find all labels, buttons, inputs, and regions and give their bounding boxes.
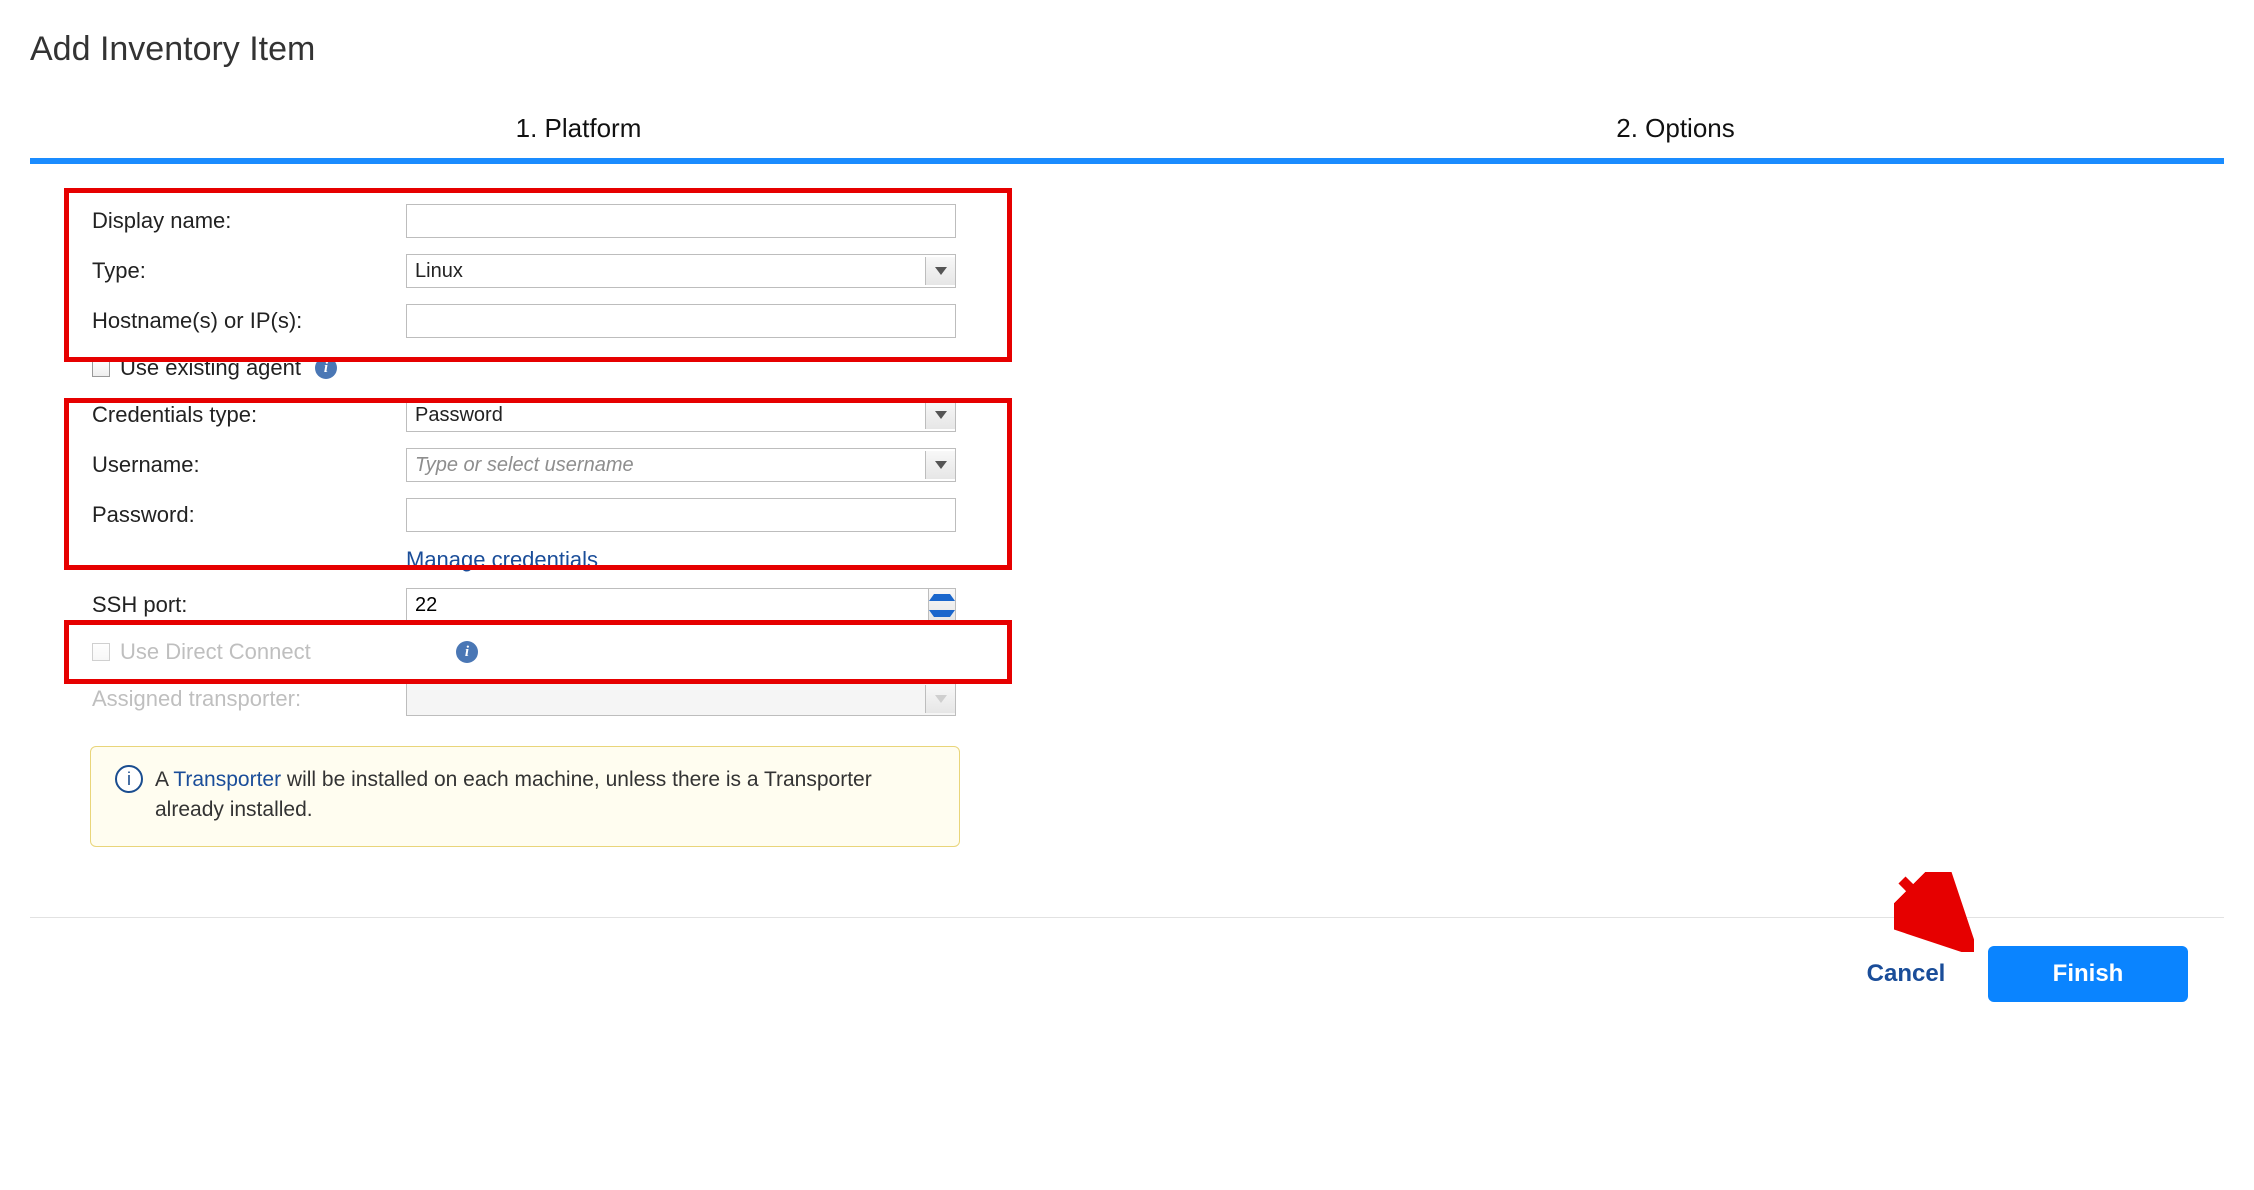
page-title: Add Inventory Item [30, 30, 2224, 69]
wizard-steps: 1. Platform 2. Options [30, 113, 2224, 164]
credentials-type-select[interactable]: Password [406, 398, 956, 432]
dialog-footer: Cancel Finish [30, 918, 2224, 1030]
username-placeholder: Type or select username [415, 454, 634, 477]
info-icon: i [115, 765, 143, 793]
use-direct-connect-row: Use Direct Connect i [30, 630, 1030, 674]
cancel-button[interactable]: Cancel [1856, 946, 1956, 1002]
chevron-down-icon [925, 451, 955, 479]
step-options[interactable]: 2. Options [1127, 113, 2224, 158]
chevron-down-icon [925, 401, 955, 429]
chevron-down-icon [925, 257, 955, 285]
display-name-label: Display name: [92, 208, 406, 234]
use-existing-agent-label: Use existing agent [120, 355, 301, 381]
assigned-transporter-select [406, 682, 956, 716]
username-label: Username: [92, 452, 406, 478]
use-existing-agent-row[interactable]: Use existing agent i [30, 346, 1030, 390]
step-platform[interactable]: 1. Platform [30, 113, 1127, 158]
transporter-link[interactable]: Transporter [173, 768, 281, 791]
annotation-arrow-icon [1894, 872, 1974, 952]
ssh-port-down[interactable] [929, 605, 955, 621]
note-prefix: A [155, 768, 173, 791]
info-icon[interactable]: i [456, 641, 478, 663]
display-name-input[interactable] [406, 204, 956, 238]
chevron-down-icon [925, 685, 955, 713]
add-inventory-dialog: Add Inventory Item 1. Platform 2. Option… [0, 0, 2254, 1030]
password-input[interactable] [406, 498, 956, 532]
use-direct-connect-label: Use Direct Connect [120, 639, 311, 665]
password-label: Password: [92, 502, 406, 528]
ssh-port-label: SSH port: [92, 592, 406, 618]
credentials-type-label: Credentials type: [92, 402, 406, 428]
ssh-port-spinner[interactable] [406, 588, 956, 622]
manage-credentials-link[interactable]: Manage credentials [406, 547, 598, 573]
form-area: Display name: Type: Linux Hostname(s) or… [30, 196, 1030, 847]
type-label: Type: [92, 258, 406, 284]
assigned-transporter-label: Assigned transporter: [92, 686, 406, 712]
credentials-type-value: Password [415, 404, 503, 427]
transporter-info-note: i A Transporter will be installed on eac… [90, 746, 960, 847]
username-combo[interactable]: Type or select username [406, 448, 956, 482]
hostnames-label: Hostname(s) or IP(s): [92, 308, 406, 334]
use-existing-agent-checkbox[interactable] [92, 359, 110, 377]
info-icon[interactable]: i [315, 357, 337, 379]
finish-button[interactable]: Finish [1988, 946, 2188, 1002]
type-select[interactable]: Linux [406, 254, 956, 288]
use-direct-connect-checkbox [92, 643, 110, 661]
ssh-port-up[interactable] [929, 589, 955, 605]
type-select-value: Linux [415, 260, 463, 283]
ssh-port-input[interactable] [406, 588, 928, 622]
hostnames-input[interactable] [406, 304, 956, 338]
